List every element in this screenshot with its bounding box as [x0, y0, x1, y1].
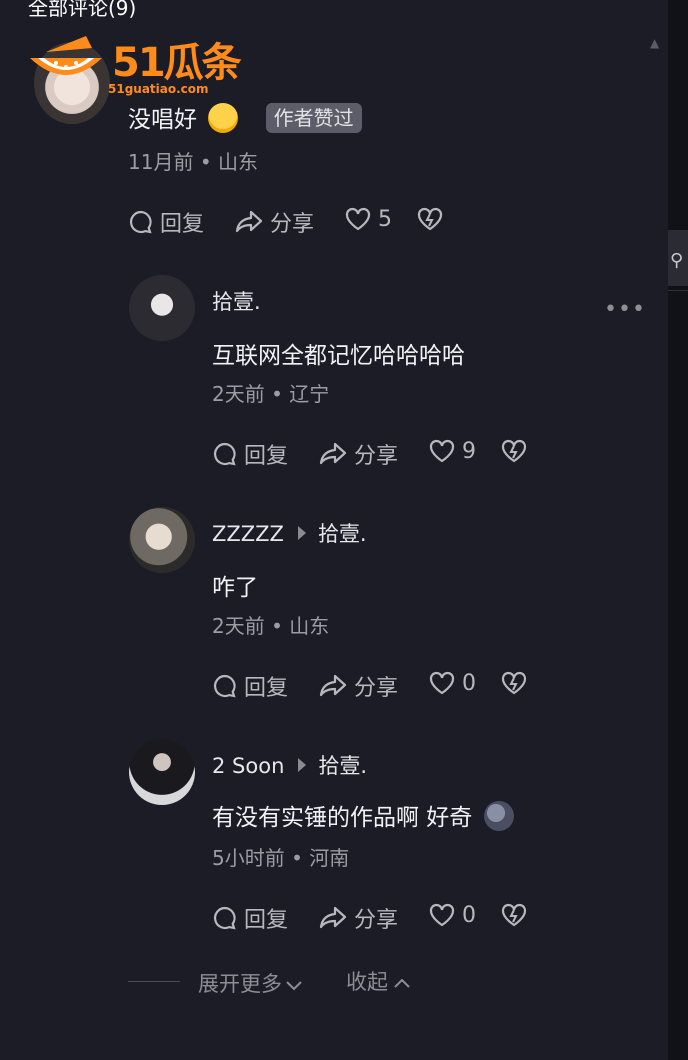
- watermelon-slice-icon: [30, 36, 102, 75]
- reply-to-arrow-icon: [297, 526, 306, 540]
- share-label: 分享: [354, 908, 399, 933]
- chevron-up-icon: [394, 978, 410, 988]
- broken-heart-icon: [501, 439, 527, 463]
- comment-meta: 5小时前 • 河南: [212, 846, 350, 870]
- reply-label: 回复: [244, 676, 289, 701]
- comments-title: 全部评论(9): [28, 0, 137, 20]
- share-label: 分享: [354, 444, 399, 469]
- share-button[interactable]: 分享: [318, 670, 398, 702]
- dislike-button[interactable]: [500, 670, 528, 696]
- divider: [128, 981, 180, 982]
- dislike-button[interactable]: [416, 206, 444, 232]
- comment-bubble-icon: [213, 442, 236, 466]
- share-button[interactable]: 分享: [318, 438, 398, 470]
- divider: [668, 290, 688, 291]
- share-arrow-icon: [319, 906, 347, 929]
- like-count: 5: [378, 206, 392, 232]
- like-button[interactable]: 0: [428, 670, 476, 696]
- comment-text: 咋了: [212, 575, 258, 601]
- avatar[interactable]: [129, 739, 195, 805]
- share-button[interactable]: 分享: [234, 206, 314, 238]
- comment-bubble-icon: [213, 906, 236, 930]
- broken-heart-icon: [501, 903, 527, 927]
- like-button[interactable]: 5: [344, 206, 392, 232]
- scroll-up-arrow-icon[interactable]: ▲: [650, 36, 659, 50]
- username[interactable]: ZZZZZ: [212, 522, 284, 546]
- comment-text: 互联网全都记忆哈哈哈哈: [212, 343, 465, 369]
- crying-face-emoji-icon: [208, 102, 239, 133]
- username[interactable]: 拾壹.: [212, 286, 261, 316]
- broken-heart-icon: [417, 207, 443, 231]
- brand-name: 51瓜条: [112, 40, 242, 86]
- heart-icon: [429, 903, 455, 927]
- chevron-down-icon: [286, 981, 302, 991]
- collapse-button[interactable]: 收起: [346, 966, 412, 996]
- avatar[interactable]: [129, 275, 195, 341]
- share-label: 分享: [354, 676, 399, 701]
- reply-to-arrow-icon: [298, 758, 307, 772]
- share-arrow-icon: [319, 442, 347, 465]
- heart-icon: [429, 671, 455, 695]
- avatar[interactable]: [129, 507, 195, 573]
- reply-button[interactable]: 回复: [212, 438, 288, 470]
- username[interactable]: 2 Soon: [212, 754, 284, 778]
- dislike-button[interactable]: [500, 438, 528, 464]
- new-moon-face-emoji-icon: [483, 800, 514, 831]
- broken-heart-icon: [501, 671, 527, 695]
- comment-bubble-icon: [213, 674, 236, 698]
- brand-watermark-logo: 51瓜条 51guatiao.com: [26, 30, 266, 100]
- like-button[interactable]: 0: [428, 902, 476, 928]
- reply-button[interactable]: 回复: [212, 670, 288, 702]
- author-liked-badge: 作者赞过: [265, 102, 362, 133]
- reply-button[interactable]: 回复: [128, 206, 204, 238]
- like-count: 0: [462, 902, 476, 928]
- comment-meta: 2天前 • 辽宁: [212, 382, 330, 406]
- comment-bubble-icon: [129, 210, 152, 234]
- heart-icon: [429, 439, 455, 463]
- like-count: 0: [462, 670, 476, 696]
- comment-text: 没唱好 作者赞过: [128, 100, 362, 136]
- reply-to-username[interactable]: 拾壹.: [318, 754, 367, 778]
- search-icon[interactable]: ⚲: [670, 250, 683, 271]
- share-arrow-icon: [235, 210, 263, 233]
- reply-label: 回复: [244, 908, 289, 933]
- reply-button[interactable]: 回复: [212, 902, 288, 934]
- background-page-edge: ⚲: [668, 0, 688, 1060]
- expand-more-label: 展开更多: [198, 972, 282, 996]
- comment-meta: 11月前 • 山东: [128, 150, 258, 174]
- brand-domain: 51guatiao.com: [108, 82, 209, 96]
- username-line: ZZZZZ 拾壹.: [212, 518, 367, 548]
- like-button[interactable]: 9: [428, 438, 476, 464]
- reply-to-username[interactable]: 拾壹.: [318, 522, 367, 546]
- username-line: 2 Soon 拾壹.: [212, 750, 367, 780]
- share-arrow-icon: [319, 674, 347, 697]
- comment-text: 有没有实锤的作品啊 好奇: [212, 798, 514, 834]
- reply-label: 回复: [160, 212, 205, 237]
- expand-more-button[interactable]: 展开更多: [198, 968, 304, 998]
- heart-icon: [345, 207, 371, 231]
- reply-label: 回复: [244, 444, 289, 469]
- share-label: 分享: [270, 212, 315, 237]
- share-button[interactable]: 分享: [318, 902, 398, 934]
- comment-meta: 2天前 • 山东: [212, 614, 330, 638]
- more-options-icon[interactable]: •••: [604, 297, 646, 322]
- collapse-label: 收起: [346, 970, 388, 994]
- dislike-button[interactable]: [500, 902, 528, 928]
- like-count: 9: [462, 438, 476, 464]
